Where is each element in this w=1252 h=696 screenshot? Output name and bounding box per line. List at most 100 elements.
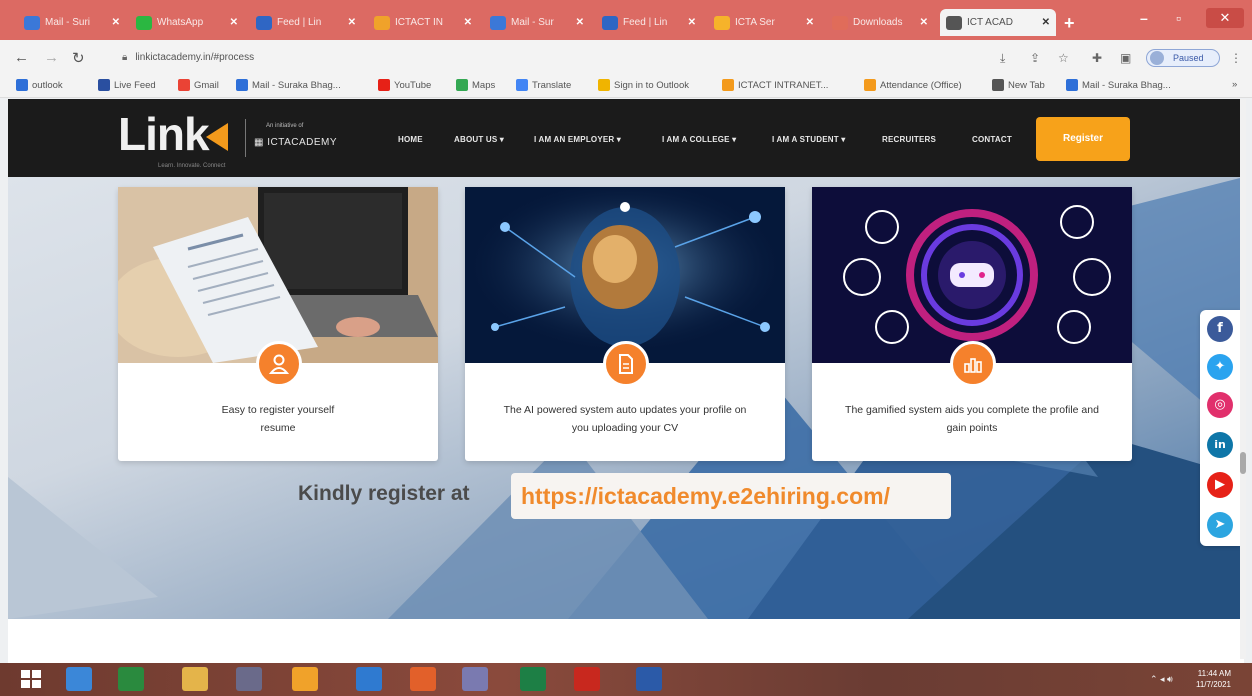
bookmark-star-icon[interactable]: ☆ [1058, 51, 1069, 65]
browser-tab[interactable]: ICTACT IN ✕ [368, 9, 478, 36]
register-url-link[interactable]: https://ictacademy.e2ehiring.com/ [511, 473, 951, 519]
register-button[interactable]: Register [1036, 117, 1130, 161]
card-description: The gamified system aids you complete th… [822, 401, 1122, 437]
browser-tab[interactable]: Mail - Suri ✕ [18, 9, 126, 36]
tab-close-icon[interactable]: ✕ [1042, 17, 1050, 28]
ai-brain-image [465, 187, 785, 363]
browser-tab[interactable]: Downloads ✕ [826, 9, 934, 36]
tab-close-icon[interactable]: ✕ [112, 17, 120, 28]
nav-menu-item[interactable]: I AM A STUDENT ▾ [772, 135, 845, 144]
card-description: Easy to register yourself resume [128, 401, 428, 437]
nav-menu-item[interactable]: ABOUT US ▾ [454, 135, 504, 144]
tab-close-icon[interactable]: ✕ [464, 17, 472, 28]
bookmark-item[interactable]: Mail - Suraka Bhag... [1066, 79, 1171, 91]
bookmark-item[interactable]: Translate [516, 79, 571, 91]
card-text-line: The gamified system aids you complete th… [845, 404, 1099, 416]
browser-tab[interactable]: WhatsApp ✕ [130, 9, 244, 36]
bookmark-item[interactable]: Gmail [178, 79, 219, 91]
browser-tab[interactable]: ICTA Ser ✕ [708, 9, 820, 36]
tab-close-icon[interactable]: ✕ [688, 17, 696, 28]
download-icon[interactable]: ⤓ [1000, 51, 1005, 66]
minimize-button[interactable]: – [1140, 10, 1148, 26]
bookmarks-overflow-icon[interactable]: » [1232, 79, 1237, 90]
clock-time: 11:44 AM [1197, 669, 1231, 678]
bookmark-item[interactable]: Attendance (Office) [864, 79, 962, 91]
reload-icon[interactable]: ↻ [72, 49, 85, 67]
store-icon[interactable] [118, 667, 144, 691]
bookmark-favicon-icon [1066, 79, 1078, 91]
user-icon [256, 341, 302, 387]
forward-arrow-icon[interactable]: → [44, 49, 59, 66]
page-scrollbar[interactable] [1240, 99, 1246, 659]
chrome-icon[interactable] [292, 667, 318, 691]
bookmark-item[interactable]: Mail - Suraka Bhag... [236, 79, 341, 91]
card-text-line: you uploading your CV [571, 422, 679, 434]
bookmark-label: YouTube [394, 79, 432, 91]
instagram-icon[interactable]: ◎ [1207, 392, 1233, 418]
bookmark-label: Maps [472, 79, 496, 91]
tab-favicon-icon [946, 15, 962, 30]
back-arrow-icon[interactable]: ← [14, 49, 29, 66]
bookmark-label: Mail - Suraka Bhag... [1082, 79, 1171, 91]
tab-close-icon[interactable]: ✕ [806, 17, 814, 28]
bookmark-item[interactable]: ICTACT INTRANET... [722, 79, 828, 91]
telegram-icon[interactable]: ➤ [1207, 512, 1233, 538]
nav-menu-item[interactable]: RECRUITERS [882, 135, 936, 144]
bookmark-item[interactable]: New Tab [992, 79, 1045, 91]
scrollbar-thumb[interactable] [1240, 452, 1246, 474]
bookmark-item[interactable]: Live Feed [98, 79, 156, 91]
media-player-icon[interactable] [236, 667, 262, 691]
bookmark-item[interactable]: YouTube [378, 79, 431, 91]
system-tray-icons[interactable]: ⌃ ◂ 🔊︎ [1150, 674, 1173, 685]
ict-grid-icon: ▦ [254, 137, 268, 148]
close-window-button[interactable]: ✕ [1206, 8, 1244, 28]
tab-close-icon[interactable]: ✕ [230, 17, 238, 28]
sidebar-icon[interactable]: ▣ [1120, 51, 1131, 65]
bookmark-item[interactable]: Sign in to Outlook [598, 79, 689, 91]
tab-label: ICT ACAD [967, 17, 1013, 28]
site-logo[interactable]: Link [118, 107, 210, 161]
twitter-icon[interactable]: ✦ [1207, 354, 1233, 380]
firefox-icon[interactable] [410, 667, 436, 691]
tab-favicon-icon [832, 15, 848, 30]
bookmark-item[interactable]: Maps [456, 79, 495, 91]
windows-start-icon[interactable] [18, 667, 44, 691]
taskbar-clock[interactable]: 11:44 AM 11/7/2021 [1196, 668, 1231, 690]
browser-icon[interactable] [356, 667, 382, 691]
profile-button[interactable]: Paused [1146, 49, 1220, 67]
bookmark-item[interactable]: outlook [16, 79, 63, 91]
nav-menu-item[interactable]: CONTACT [972, 135, 1012, 144]
address-bar[interactable]: 🔒︎ linkictacademy.in/#process [112, 48, 992, 68]
resume-laptop-image [118, 187, 438, 363]
nav-menu-item[interactable]: I AM A COLLEGE ▾ [662, 135, 736, 144]
tab-close-icon[interactable]: ✕ [348, 17, 356, 28]
word-icon[interactable] [636, 667, 662, 691]
internet-explorer-icon[interactable] [66, 667, 92, 691]
bookmark-label: outlook [32, 79, 63, 91]
browser-tab[interactable]: Mail - Sur ✕ [484, 9, 590, 36]
new-tab-button[interactable]: + [1064, 13, 1075, 34]
youtube-icon[interactable]: ▶ [1207, 472, 1233, 498]
maximize-button[interactable]: ▫ [1176, 10, 1181, 26]
nav-menu-item[interactable]: HOME [398, 135, 423, 144]
file-explorer-icon[interactable] [182, 667, 208, 691]
card-description: The AI powered system auto updates your … [475, 401, 775, 437]
linkedin-icon[interactable]: in [1207, 432, 1233, 458]
browser-tab[interactable]: Feed | Lin ✕ [596, 9, 702, 36]
excel-icon[interactable] [520, 667, 546, 691]
share-icon[interactable]: ⇪ [1030, 51, 1040, 65]
tab-close-icon[interactable]: ✕ [576, 17, 584, 28]
facebook-icon[interactable]: f [1207, 316, 1233, 342]
app-icon[interactable] [462, 667, 488, 691]
acrobat-icon[interactable] [574, 667, 600, 691]
browser-tab[interactable]: Feed | Lin ✕ [250, 9, 362, 36]
browser-tab[interactable]: ICT ACAD ✕ [940, 9, 1056, 36]
ict-academy-logo[interactable]: ▦ ICTACADEMY [254, 137, 337, 148]
nav-menu-item[interactable]: I AM AN EMPLOYER ▾ [534, 135, 621, 144]
bookmark-label: ICTACT INTRANET... [738, 79, 829, 91]
tab-close-icon[interactable]: ✕ [920, 17, 928, 28]
process-card-gamified: The gamified system aids you complete th… [812, 187, 1132, 461]
tab-label: Mail - Sur [511, 17, 554, 28]
extensions-icon[interactable]: ✚ [1092, 51, 1102, 65]
browser-menu-icon[interactable]: ⋮ [1230, 51, 1242, 65]
